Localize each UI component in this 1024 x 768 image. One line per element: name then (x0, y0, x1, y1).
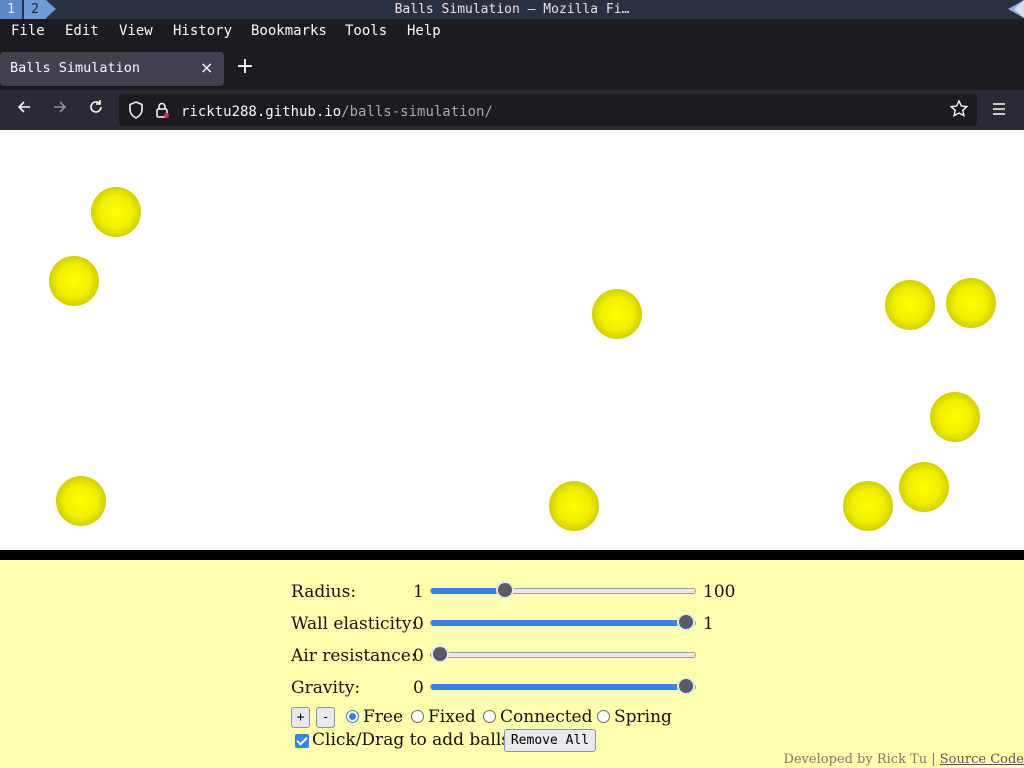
elasticity-slider-fill (431, 620, 686, 626)
gravity-min: 0 (413, 678, 424, 698)
air-resistance-slider[interactable] (430, 645, 696, 663)
mode-fixed-radio[interactable] (411, 710, 424, 723)
mode-fixed-label[interactable]: Fixed (428, 707, 476, 727)
url-host: ricktu288.github.io (181, 104, 342, 120)
mode-free-radio[interactable] (346, 710, 359, 723)
forward-button[interactable] (48, 98, 72, 122)
simulation-canvas[interactable] (0, 130, 1024, 550)
mode-connected-radio[interactable] (483, 710, 496, 723)
footer: Developed by Rick Tu | Source Code (783, 752, 1024, 767)
gravity-label: Gravity: (291, 678, 361, 698)
ball[interactable] (899, 462, 949, 512)
forward-arrow-icon (54, 101, 67, 113)
radius-max: 100 (703, 582, 736, 602)
elasticity-slider-thumb[interactable] (677, 613, 695, 631)
tab-bar: Balls Simulation × + (0, 46, 1024, 90)
ball[interactable] (91, 187, 141, 237)
reload-button[interactable] (84, 98, 108, 122)
radius-slider-thumb[interactable] (495, 581, 514, 599)
tab-balls-simulation[interactable]: Balls Simulation × (0, 52, 224, 86)
elasticity-label: Wall elasticity: (291, 614, 418, 634)
menu-view[interactable]: View (119, 23, 153, 39)
new-tab-button[interactable]: + (234, 56, 256, 78)
tab-title: Balls Simulation (10, 60, 141, 76)
shield-icon[interactable] (127, 100, 145, 120)
elasticity-min: 0 (413, 614, 424, 634)
bookmark-star-icon[interactable] (949, 99, 969, 119)
back-arrow-icon (17, 101, 30, 113)
url-path: /balls-simulation/ (341, 104, 493, 120)
elasticity-max: 1 (703, 614, 714, 634)
gravity-slider-fill (431, 684, 686, 690)
remove-all-button[interactable]: Remove All (504, 729, 596, 752)
ball[interactable] (549, 481, 599, 531)
menu-file[interactable]: File (11, 23, 45, 39)
window-title: Balls Simulation — Mozilla Fi… (394, 2, 630, 17)
add-ball-button[interactable]: + (291, 707, 310, 728)
air-resistance-label: Air resistance: (291, 646, 417, 666)
footer-text: Developed by Rick Tu | (783, 752, 936, 767)
menu-tools[interactable]: Tools (345, 23, 387, 39)
air-resistance-min: 0 (413, 646, 424, 666)
ball[interactable] (930, 392, 980, 442)
click-drag-checkbox[interactable] (295, 734, 309, 748)
mode-connected-label[interactable]: Connected (500, 707, 593, 727)
click-drag-label[interactable]: Click/Drag to add balls (312, 730, 510, 750)
radius-min: 1 (413, 582, 424, 602)
gravity-slider[interactable] (430, 677, 696, 695)
radius-label: Radius: (291, 582, 357, 602)
mode-free-label[interactable]: Free (363, 707, 403, 727)
ball[interactable] (49, 256, 99, 306)
ball[interactable] (592, 289, 642, 339)
mode-spring-label[interactable]: Spring (614, 707, 672, 727)
remove-ball-button[interactable]: - (316, 707, 335, 728)
canvas-divider (0, 550, 1024, 560)
ball[interactable] (843, 481, 893, 531)
close-tab-icon[interactable]: × (200, 58, 213, 77)
menu-bar: File Edit View History Bookmarks Tools H… (0, 19, 1024, 46)
menu-history[interactable]: History (173, 23, 232, 39)
source-code-link[interactable]: Source Code (940, 752, 1024, 767)
radius-slider[interactable] (430, 581, 696, 599)
menu-bookmarks[interactable]: Bookmarks (251, 23, 327, 39)
air-resistance-slider-thumb[interactable] (431, 645, 449, 663)
back-button[interactable] (12, 98, 36, 122)
window-manager-bar: 1 2 Balls Simulation — Mozilla Fi… (0, 0, 1024, 19)
control-panel: Radius: 1 100 Wall elasticity: 0 1 Air r… (0, 560, 1024, 768)
navigation-bar: ricktu288.github.io/balls-simulation/ (0, 90, 1024, 130)
url-bar[interactable]: ricktu288.github.io/balls-simulation/ (119, 94, 977, 126)
ball[interactable] (56, 476, 106, 526)
gravity-slider-thumb[interactable] (677, 677, 695, 695)
radius-slider-fill (431, 588, 505, 594)
reload-icon (90, 100, 102, 113)
ball[interactable] (885, 280, 935, 330)
menu-edit[interactable]: Edit (65, 23, 99, 39)
elasticity-slider[interactable] (430, 613, 696, 631)
menu-hamburger-icon[interactable] (989, 99, 1009, 119)
lock-icon[interactable] (154, 101, 170, 119)
mode-spring-radio[interactable] (597, 710, 610, 723)
ball[interactable] (946, 278, 996, 328)
wm-corner-icon (1004, 0, 1024, 19)
menu-help[interactable]: Help (407, 23, 441, 39)
